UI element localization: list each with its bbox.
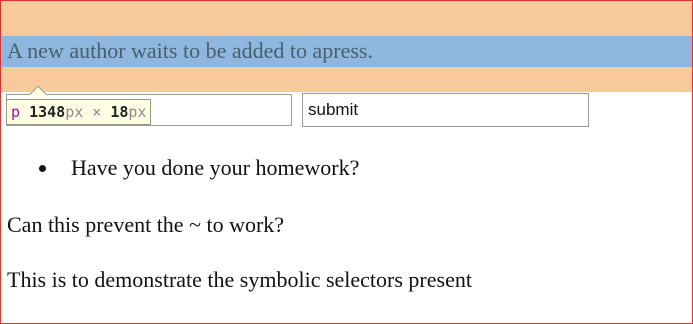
tooltip-height-unit: px bbox=[128, 103, 147, 121]
highlighted-paragraph: A new author waits to be added to apress… bbox=[7, 38, 373, 63]
submit-input[interactable]: submit bbox=[302, 93, 589, 127]
tooltip-width: 1348 bbox=[29, 103, 66, 121]
paragraph-margin-highlight-top bbox=[1, 1, 692, 36]
inspector-size-tooltip: p 1348px × 18px bbox=[6, 99, 152, 125]
paragraph-symbolic-selectors: This is to demonstrate the symbolic sele… bbox=[7, 267, 472, 292]
bullet-icon bbox=[39, 165, 46, 172]
list-item-text: Have you done your homework? bbox=[71, 155, 360, 180]
tooltip-width-unit: px bbox=[65, 103, 84, 121]
tooltip-tag: p bbox=[11, 103, 21, 121]
page-viewport: A new author waits to be added to apress… bbox=[0, 0, 693, 324]
tooltip-height: 18 bbox=[110, 103, 129, 121]
paragraph-tilde-question: Can this prevent the ~ to work? bbox=[7, 212, 285, 237]
paragraph-margin-highlight-bottom bbox=[1, 67, 692, 92]
tooltip-separator: × bbox=[92, 103, 102, 121]
